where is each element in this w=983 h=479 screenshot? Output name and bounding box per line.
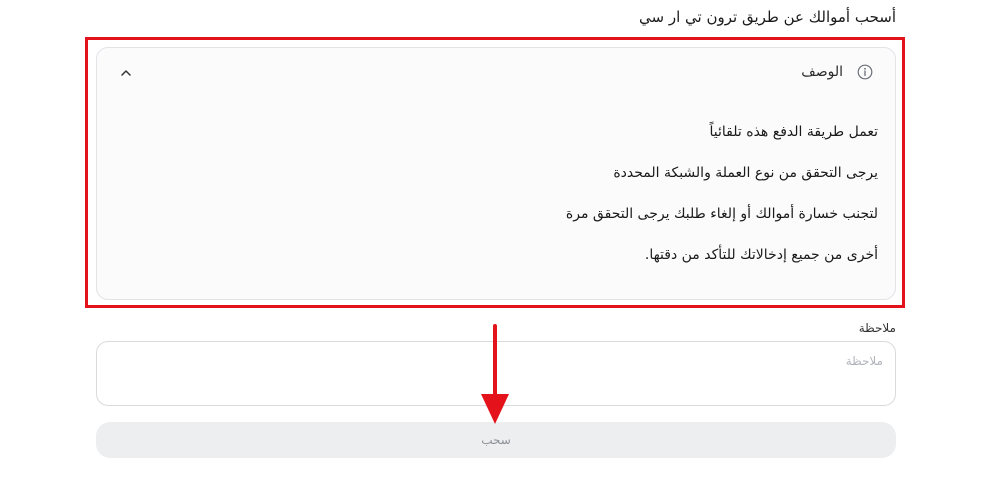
page-heading: أسحب أموالك عن طريق ترون تي ار سي [639, 8, 896, 26]
highlight-annotation-box [85, 37, 905, 308]
withdraw-button[interactable]: سحب [96, 422, 896, 458]
note-input[interactable] [96, 341, 896, 406]
note-label: ملاحظة [858, 321, 896, 335]
